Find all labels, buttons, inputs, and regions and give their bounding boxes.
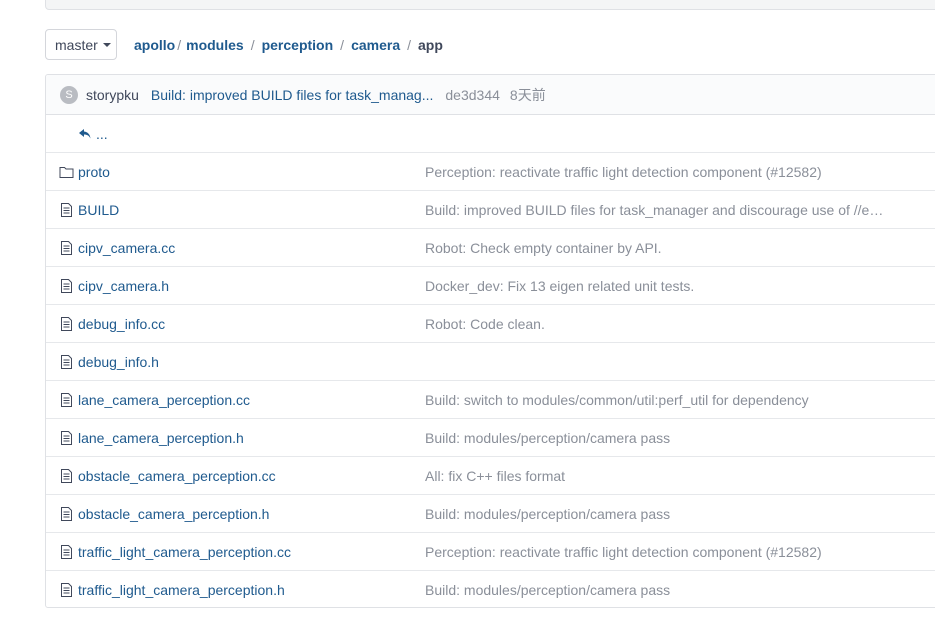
file-row[interactable]: lane_camera_perception.cc Build: switch t… — [46, 381, 935, 419]
file-commit-message[interactable]: Perception: reactivate traffic light det… — [425, 544, 822, 560]
file-row[interactable]: proto Perception: reactivate traffic ligh… — [46, 153, 935, 191]
file-name-link[interactable]: lane_camera_perception.cc — [78, 392, 250, 408]
file-commit-message[interactable]: Robot: Code clean. — [425, 316, 545, 332]
commit-author[interactable]: storypku — [86, 87, 139, 103]
file-row[interactable]: debug_info.h — [46, 343, 935, 381]
file-name-link[interactable]: cipv_camera.cc — [78, 240, 175, 256]
file-icon — [61, 393, 72, 407]
breadcrumb-separator: / — [177, 37, 182, 53]
parent-directory-label: ... — [96, 125, 108, 142]
file-icon — [61, 431, 72, 445]
file-name-link[interactable]: proto — [78, 164, 110, 180]
breadcrumb-separator: / — [407, 37, 411, 53]
file-row[interactable]: obstacle_camera_perception.cc All: fix C+… — [46, 457, 935, 495]
file-name-link[interactable]: traffic_light_camera_perception.h — [78, 582, 285, 598]
file-commit-message[interactable]: Build: modules/perception/camera pass — [425, 582, 670, 598]
file-row[interactable]: BUILD Build: improved BUILD files for tas… — [46, 191, 935, 229]
reply-arrow-icon — [79, 128, 91, 138]
file-icon — [61, 241, 72, 255]
file-icon — [61, 355, 72, 369]
file-list-panel: S storypku Build: improved BUILD files f… — [45, 74, 935, 608]
file-commit-message[interactable]: Robot: Check empty container by API. — [425, 240, 662, 256]
file-row[interactable]: debug_info.cc Robot: Code clean. — [46, 305, 935, 343]
file-icon — [61, 279, 72, 293]
file-name-link[interactable]: obstacle_camera_perception.cc — [78, 468, 276, 484]
file-name-link[interactable]: traffic_light_camera_perception.cc — [78, 544, 291, 560]
file-name-link[interactable]: lane_camera_perception.h — [78, 430, 244, 446]
breadcrumb-modules[interactable]: modules — [186, 37, 244, 53]
breadcrumb-separator: / — [250, 37, 255, 53]
breadcrumb: apollo / modules / perception / camera /… — [134, 37, 443, 53]
file-name-link[interactable]: obstacle_camera_perception.h — [78, 506, 269, 522]
file-icon — [61, 203, 72, 217]
folder-icon — [59, 167, 74, 178]
branch-label: master — [55, 36, 98, 53]
parent-directory-link[interactable]: ... — [78, 126, 108, 142]
file-name-link[interactable]: debug_info.cc — [78, 316, 165, 332]
commit-age: 8天前 — [509, 86, 546, 103]
breadcrumb-apollo[interactable]: apollo — [134, 37, 175, 53]
file-commit-message[interactable]: All: fix C++ files format — [425, 468, 565, 484]
file-row[interactable]: obstacle_camera_perception.h Build: modul… — [46, 495, 935, 533]
file-name-link[interactable]: debug_info.h — [78, 354, 159, 370]
breadcrumb-camera[interactable]: camera — [351, 37, 400, 53]
file-commit-message[interactable]: Docker_dev: Fix 13 eigen related unit te… — [425, 278, 694, 294]
file-commit-message[interactable]: Build: modules/perception/camera pass — [425, 430, 670, 446]
file-name-link[interactable]: BUILD — [78, 202, 119, 218]
commit-sha[interactable]: de3d344 — [445, 87, 500, 103]
author-avatar[interactable]: S — [60, 85, 78, 104]
caret-down-icon — [102, 42, 111, 47]
commit-message-link[interactable]: Build: improved BUILD files for task_man… — [151, 87, 433, 103]
file-icon — [61, 469, 72, 483]
file-name-link[interactable]: cipv_camera.h — [78, 278, 169, 294]
file-row[interactable]: cipv_camera.h Docker_dev: Fix 13 eigen re… — [46, 267, 935, 305]
breadcrumb-separator: / — [340, 37, 345, 53]
file-commit-message[interactable]: Build: switch to modules/common/util:per… — [425, 392, 809, 408]
file-icon — [61, 317, 72, 331]
file-icon — [61, 507, 72, 521]
breadcrumb-perception[interactable]: perception — [262, 37, 334, 53]
file-row[interactable]: cipv_camera.cc Robot: Check empty contain… — [46, 229, 935, 267]
file-row[interactable]: traffic_light_camera_perception.cc Percep… — [46, 533, 935, 571]
file-commit-message[interactable]: Build: modules/perception/camera pass — [425, 506, 670, 522]
parent-directory-row[interactable]: ... — [46, 115, 935, 153]
file-row[interactable]: traffic_light_camera_perception.h Build: … — [46, 571, 935, 607]
file-commit-message[interactable]: Perception: reactivate traffic light det… — [425, 164, 822, 180]
branch-selector[interactable]: master — [45, 29, 117, 60]
file-icon — [61, 545, 72, 559]
breadcrumb-current: app — [418, 37, 443, 53]
latest-commit-bar: S storypku Build: improved BUILD files f… — [46, 75, 935, 115]
file-icon — [61, 583, 72, 597]
top-banner — [45, 0, 935, 10]
file-row[interactable]: lane_camera_perception.h Build: modules/p… — [46, 419, 935, 457]
file-commit-message[interactable]: Build: improved BUILD files for task_man… — [425, 202, 883, 218]
